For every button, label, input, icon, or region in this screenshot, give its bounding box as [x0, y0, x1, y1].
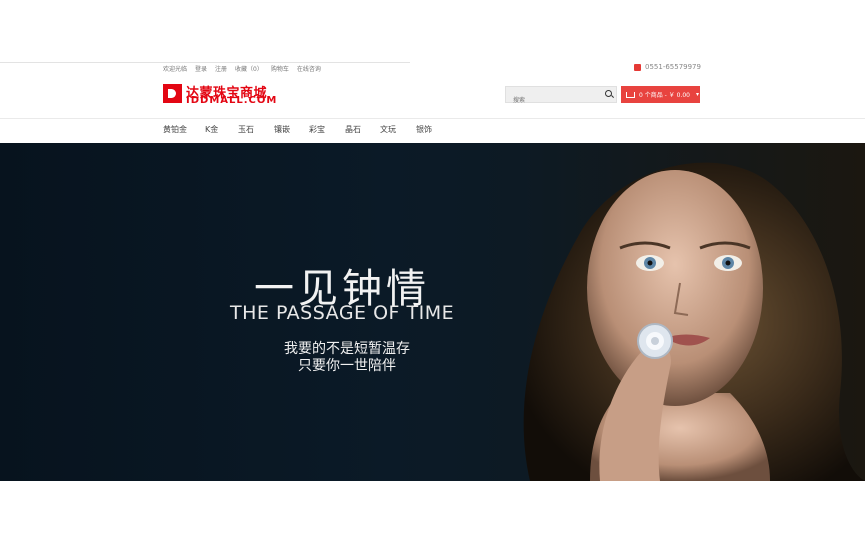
nav-item-jade[interactable]: 玉石 [238, 124, 274, 135]
phone-contact: 0551-65579979 [634, 63, 701, 71]
topbar-divider [0, 62, 410, 63]
logo-mark-icon [163, 84, 182, 103]
hero-banner[interactable]: 一见钟情 THE PASSAGE OF TIME 我要的不是短暂温存 只要你一世… [0, 143, 865, 481]
phone-icon [634, 63, 641, 71]
nav-item-inlay[interactable]: 镶嵌 [274, 124, 309, 135]
cart-button[interactable]: 0 个商品 - ￥ 0.00 ▾ [621, 86, 700, 103]
nav-item-gold[interactable]: 黄铂金 [163, 124, 205, 135]
main-nav: 黄铂金 K金 玉石 镶嵌 彩宝 晶石 文玩 银饰 [163, 124, 432, 135]
nav-item-silver[interactable]: 银饰 [416, 124, 432, 135]
favorites-link[interactable]: 收藏（0） [235, 64, 263, 73]
site-logo[interactable]: 达蒙珠宝商城 IDDMALL.COM [163, 83, 276, 107]
nav-item-gem[interactable]: 彩宝 [309, 124, 345, 135]
logo-domain: IDDMALL.COM [186, 95, 278, 106]
search-input[interactable] [506, 93, 603, 108]
nav-divider [0, 118, 865, 119]
cart-link[interactable]: 购物车 [271, 64, 289, 73]
model-portrait [523, 162, 865, 481]
hero-subtitle: THE PASSAGE OF TIME [230, 302, 455, 324]
hero-tagline-2: 只要你一世陪伴 [298, 358, 396, 374]
cart-icon [626, 91, 635, 98]
nav-item-crystal[interactable]: 晶石 [345, 124, 380, 135]
top-links: 欢迎光临 登录 注册 收藏（0） 购物车 在线咨询 [163, 64, 321, 73]
phone-number: 0551-65579979 [645, 63, 701, 71]
nav-item-antique[interactable]: 文玩 [380, 124, 416, 135]
login-link[interactable]: 登录 [195, 64, 207, 73]
nav-item-k-gold[interactable]: K金 [205, 124, 238, 135]
cart-summary: 0 个商品 - ￥ 0.00 [639, 92, 690, 99]
register-link[interactable]: 注册 [215, 64, 227, 73]
online-consult-link[interactable]: 在线咨询 [297, 64, 321, 73]
chevron-down-icon: ▾ [695, 91, 699, 98]
welcome-text: 欢迎光临 [163, 66, 188, 73]
search-box [505, 86, 617, 108]
search-icon[interactable] [605, 90, 612, 97]
